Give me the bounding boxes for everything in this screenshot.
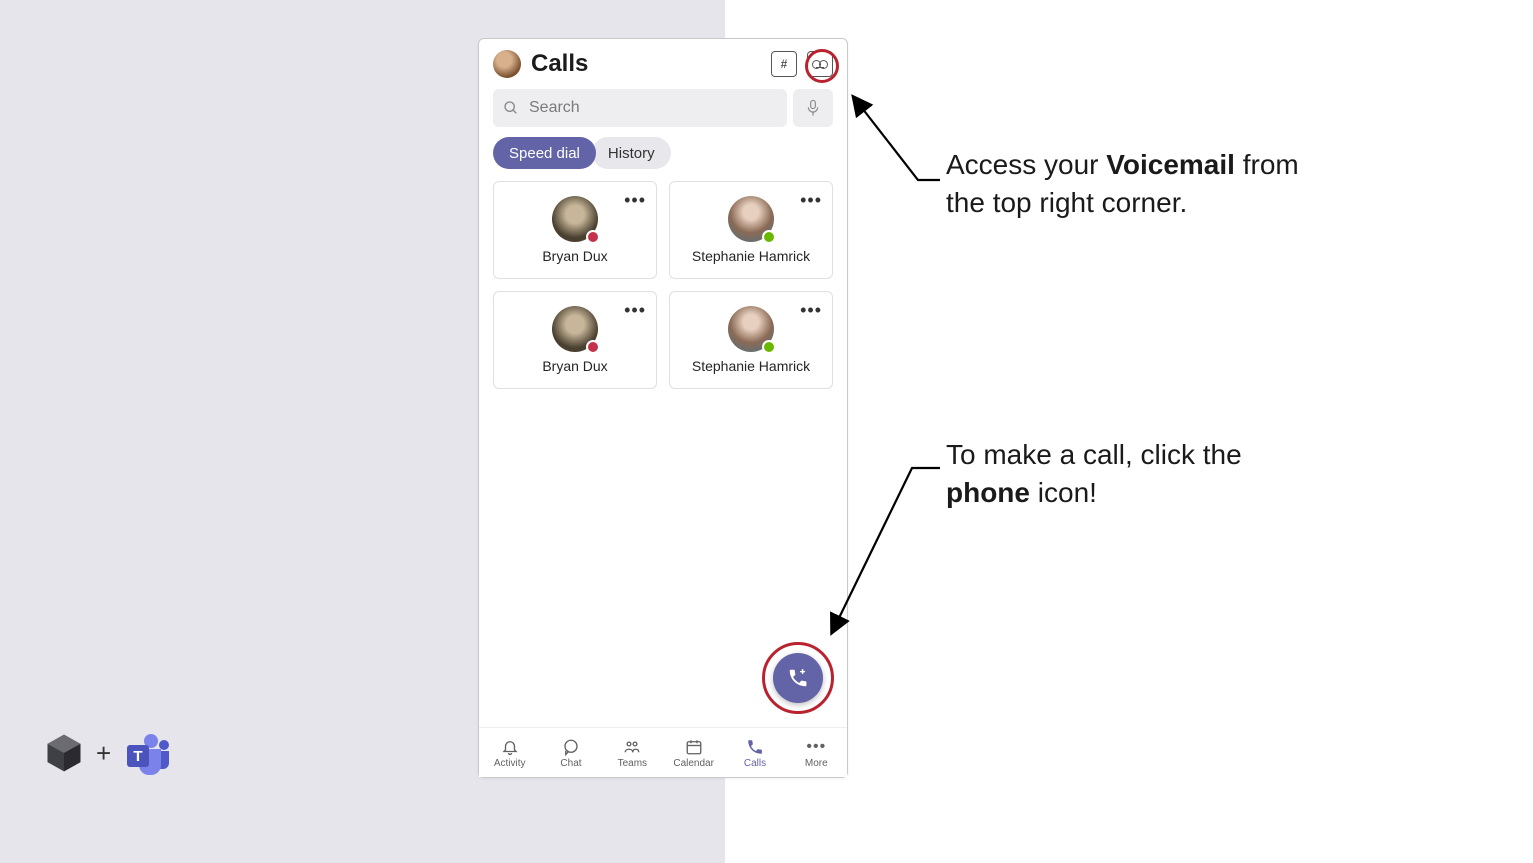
presence-available-icon — [762, 230, 776, 244]
speed-dial-grid: ••• Bryan Dux ••• Stephanie Hamrick ••• … — [479, 181, 847, 389]
dialpad-icon[interactable]: # — [771, 51, 797, 77]
nav-activity[interactable]: Activity — [483, 737, 537, 769]
chat-icon — [561, 737, 581, 757]
contact-name: Stephanie Hamrick — [692, 248, 810, 264]
nav-label: Teams — [618, 758, 647, 769]
contact-card[interactable]: ••• Stephanie Hamrick — [669, 181, 833, 279]
contact-card[interactable]: ••• Stephanie Hamrick — [669, 291, 833, 389]
page-title: Calls — [531, 50, 761, 78]
voicemail-icon[interactable] — [807, 51, 833, 77]
contact-name: Bryan Dux — [542, 248, 607, 264]
avatar — [552, 306, 598, 352]
logo-cluster: + T — [42, 731, 171, 775]
search-icon — [503, 100, 519, 116]
callout-bold: Voicemail — [1106, 149, 1235, 180]
nav-label: Calls — [744, 758, 766, 769]
teams-icon — [622, 737, 642, 757]
svg-text:T: T — [134, 748, 143, 765]
tab-speed-dial[interactable]: Speed dial — [493, 137, 596, 169]
avatar — [728, 196, 774, 242]
more-options-icon[interactable]: ••• — [624, 300, 646, 321]
plus-text: + — [96, 738, 111, 769]
nav-chat[interactable]: Chat — [544, 737, 598, 769]
make-call-button[interactable] — [773, 653, 823, 703]
contact-name: Bryan Dux — [542, 358, 607, 374]
microphone-icon — [806, 99, 820, 117]
bottom-nav: Activity Chat Teams Calendar Calls ••• M… — [479, 727, 847, 777]
voice-search-button[interactable] — [793, 89, 833, 127]
more-options-icon[interactable]: ••• — [624, 190, 646, 211]
search-placeholder: Search — [529, 99, 580, 117]
nav-calls[interactable]: Calls — [728, 737, 782, 769]
search-input[interactable]: Search — [493, 89, 787, 127]
more-options-icon[interactable]: ••• — [800, 190, 822, 211]
teams-logo-icon: T — [121, 731, 171, 775]
tabs: Speed dial History — [479, 137, 847, 181]
phone-add-icon — [787, 667, 809, 689]
callout-voicemail: Access your Voicemail from the top right… — [946, 146, 1306, 222]
nav-label: Chat — [560, 758, 581, 769]
calendar-icon — [684, 737, 704, 757]
phone-header: Calls # — [479, 39, 847, 89]
phone-icon — [745, 737, 765, 757]
nav-label: Calendar — [673, 758, 714, 769]
phone-mockup: Calls # Search Speed dial History ••• Br… — [478, 38, 848, 778]
avatar — [552, 196, 598, 242]
contact-card[interactable]: ••• Bryan Dux — [493, 181, 657, 279]
callout-text: icon! — [1030, 477, 1097, 508]
nav-more[interactable]: ••• More — [789, 737, 843, 769]
nav-label: Activity — [494, 758, 526, 769]
presence-busy-icon — [586, 340, 600, 354]
tab-history[interactable]: History — [592, 137, 671, 169]
callout-text: Access your — [946, 149, 1106, 180]
callout-text: To make a call, click the — [946, 439, 1242, 470]
callout-bold: phone — [946, 477, 1030, 508]
presence-available-icon — [762, 340, 776, 354]
callout-phone: To make a call, click the phone icon! — [946, 436, 1306, 512]
more-options-icon[interactable]: ••• — [800, 300, 822, 321]
nav-teams[interactable]: Teams — [605, 737, 659, 769]
more-icon: ••• — [806, 737, 826, 757]
search-row: Search — [479, 89, 847, 137]
avatar — [728, 306, 774, 352]
presence-busy-icon — [586, 230, 600, 244]
bell-icon — [500, 737, 520, 757]
user-avatar[interactable] — [493, 50, 521, 78]
nav-label: More — [805, 758, 828, 769]
contact-card[interactable]: ••• Bryan Dux — [493, 291, 657, 389]
contact-name: Stephanie Hamrick — [692, 358, 810, 374]
cube-logo-icon — [42, 731, 86, 775]
nav-calendar[interactable]: Calendar — [667, 737, 721, 769]
